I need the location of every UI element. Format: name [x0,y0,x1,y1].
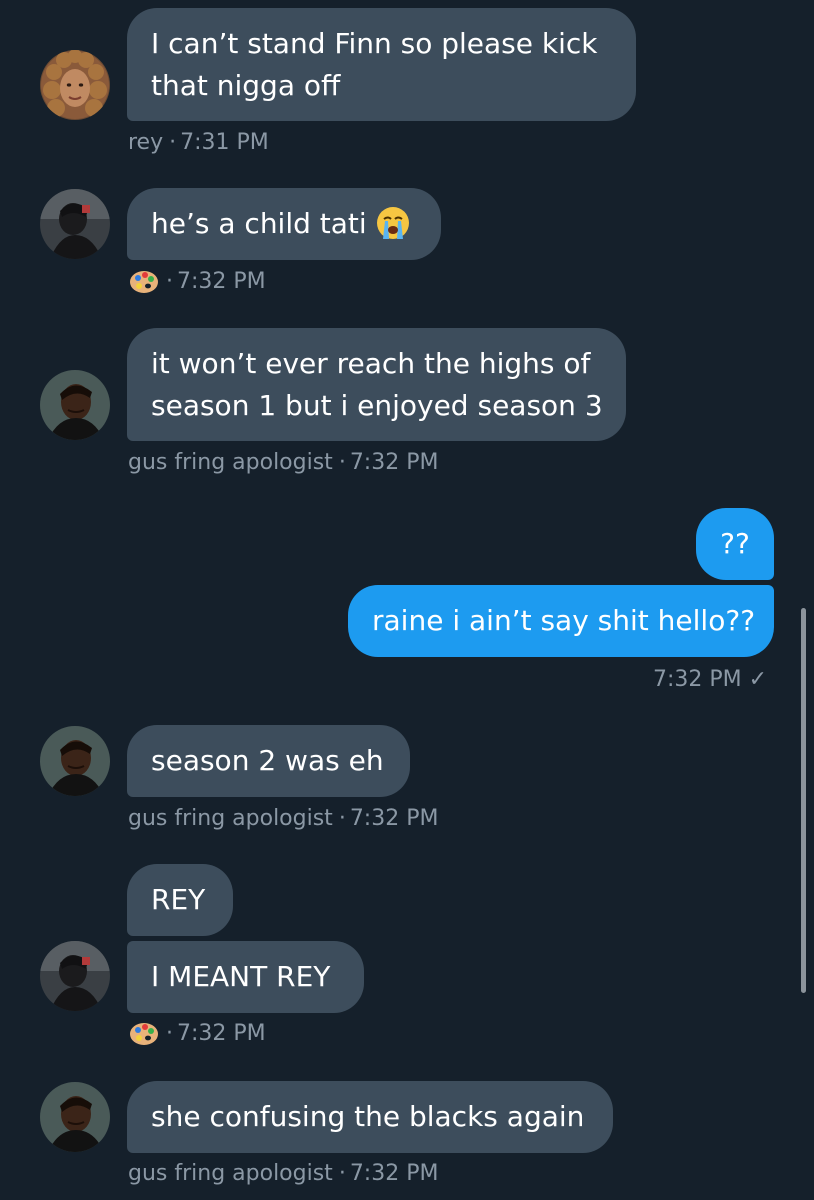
message-bubble[interactable]: REY [127,864,233,936]
avatar-gus-fring-apologist[interactable] [40,370,110,440]
meta-separator: · [338,806,346,831]
message-text-line: I can’t stand Finn so please kick [151,26,598,60]
sent-checkmark-icon: ✓ [748,667,768,692]
message-bubble-outgoing[interactable]: raine i ain’t say shit hello?? [348,585,774,657]
meta-separator: · [166,269,173,294]
message-text-line: he’s a child tati [151,203,417,245]
sender-name[interactable]: gus fring apologist [128,1161,333,1186]
message-meta-outgoing: 7:32 PM ✓ [653,666,767,694]
sender-name[interactable]: gus fring apologist [128,806,333,831]
artist-palette-icon[interactable] [128,1020,160,1048]
message-time: 7:32 PM [177,269,266,294]
message-text-line: ?? [720,527,750,560]
avatar-artist[interactable] [40,189,110,259]
scrollbar-thumb[interactable] [801,608,806,993]
message-time: 7:31 PM [180,130,269,155]
message-text-line: it won’t ever reach the highs of [151,346,591,380]
message-meta: gus fring apologist · 7:32 PM [128,805,438,833]
message-bubble-outgoing[interactable]: ?? [696,508,774,580]
message-text: he’s a child tati [151,207,367,240]
loudly-crying-face-icon [375,205,411,241]
message-text-line: I MEANT REY [151,960,331,993]
message-time: 7:32 PM [177,1021,266,1046]
meta-separator: · [166,1021,173,1046]
message-time: 7:32 PM [349,806,439,831]
message-text-line: season 1 but i enjoyed season 3 [151,388,603,422]
avatar-gus-fring-apologist[interactable] [40,1082,110,1152]
message-bubble[interactable]: I can’t stand Finn so please kick that n… [127,8,636,121]
avatar-gus-fring-apologist[interactable] [40,726,110,796]
avatar-artist[interactable] [40,941,110,1011]
dm-conversation-view: I can’t stand Finn so please kick that n… [0,0,814,1200]
message-text-line: she confusing the blacks again [151,1100,585,1133]
message-meta: · 7:32 PM [128,1020,266,1048]
sender-name[interactable]: gus fring apologist [128,450,333,475]
message-bubble[interactable]: I MEANT REY [127,941,364,1013]
message-meta: gus fring apologist · 7:32 PM [128,1160,438,1188]
message-meta: gus fring apologist · 7:32 PM [128,449,438,477]
meta-separator: · [169,130,177,155]
meta-separator: · [338,1161,346,1186]
message-time: 7:32 PM [349,1161,439,1186]
message-bubble[interactable]: he’s a child tati [127,188,441,260]
meta-separator: · [338,450,346,475]
message-text-line: raine i ain’t say shit hello?? [372,604,756,637]
message-time: 7:32 PM [653,667,742,692]
message-bubble[interactable]: she confusing the blacks again [127,1081,613,1153]
message-bubble[interactable]: it won’t ever reach the highs of season … [127,328,626,441]
message-text-line: REY [151,883,206,916]
artist-palette-icon[interactable] [128,268,160,296]
avatar-rey[interactable] [40,50,110,120]
message-time: 7:32 PM [349,450,439,475]
message-text-line: that nigga off [151,68,341,102]
message-meta: · 7:32 PM [128,268,266,296]
message-bubble[interactable]: season 2 was eh [127,725,410,797]
sender-name[interactable]: rey [128,130,163,155]
message-text-line: season 2 was eh [151,744,384,777]
message-meta: rey · 7:31 PM [128,129,269,157]
